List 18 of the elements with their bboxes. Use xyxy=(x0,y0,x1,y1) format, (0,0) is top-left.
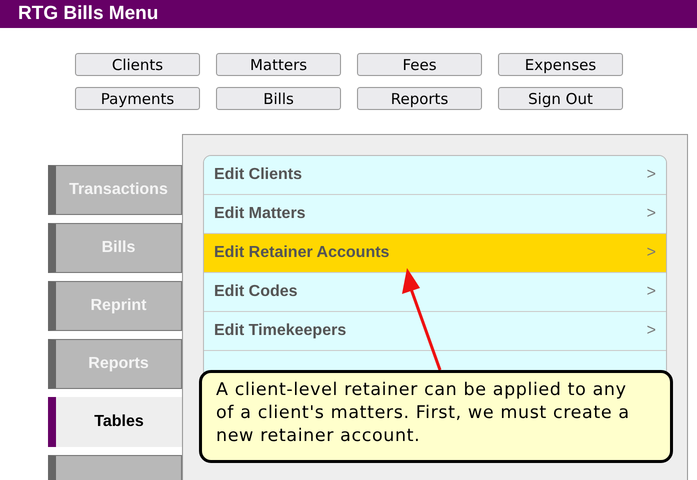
chevron: > xyxy=(646,165,656,185)
app-title: RTG Bills Menu xyxy=(18,2,158,26)
nav-button[interactable]: Bills xyxy=(216,87,341,110)
side-tab[interactable]: Tables xyxy=(48,397,182,447)
nav-button[interactable]: Clients xyxy=(75,53,200,76)
nav-button[interactable]: Matters xyxy=(216,53,341,76)
nav-button[interactable]: Fees xyxy=(357,53,482,76)
chevron: > xyxy=(646,282,656,302)
menu-item[interactable]: Edit Retainer Accounts > xyxy=(204,234,666,273)
chevron: > xyxy=(646,204,656,224)
chevron: > xyxy=(646,243,656,263)
menu-item[interactable]: Edit Clients > xyxy=(204,156,666,195)
chevron: > xyxy=(646,321,656,341)
nav-button[interactable]: Sign Out xyxy=(498,87,623,110)
nav-button[interactable]: Payments xyxy=(75,87,200,110)
nav-button[interactable]: Reports xyxy=(357,87,482,110)
nav-button[interactable]: Expenses xyxy=(498,53,623,76)
callout-tooltip: A client-level retainer can be applied to any of a client's matters. First, we must create a new retainer account. xyxy=(199,370,673,463)
